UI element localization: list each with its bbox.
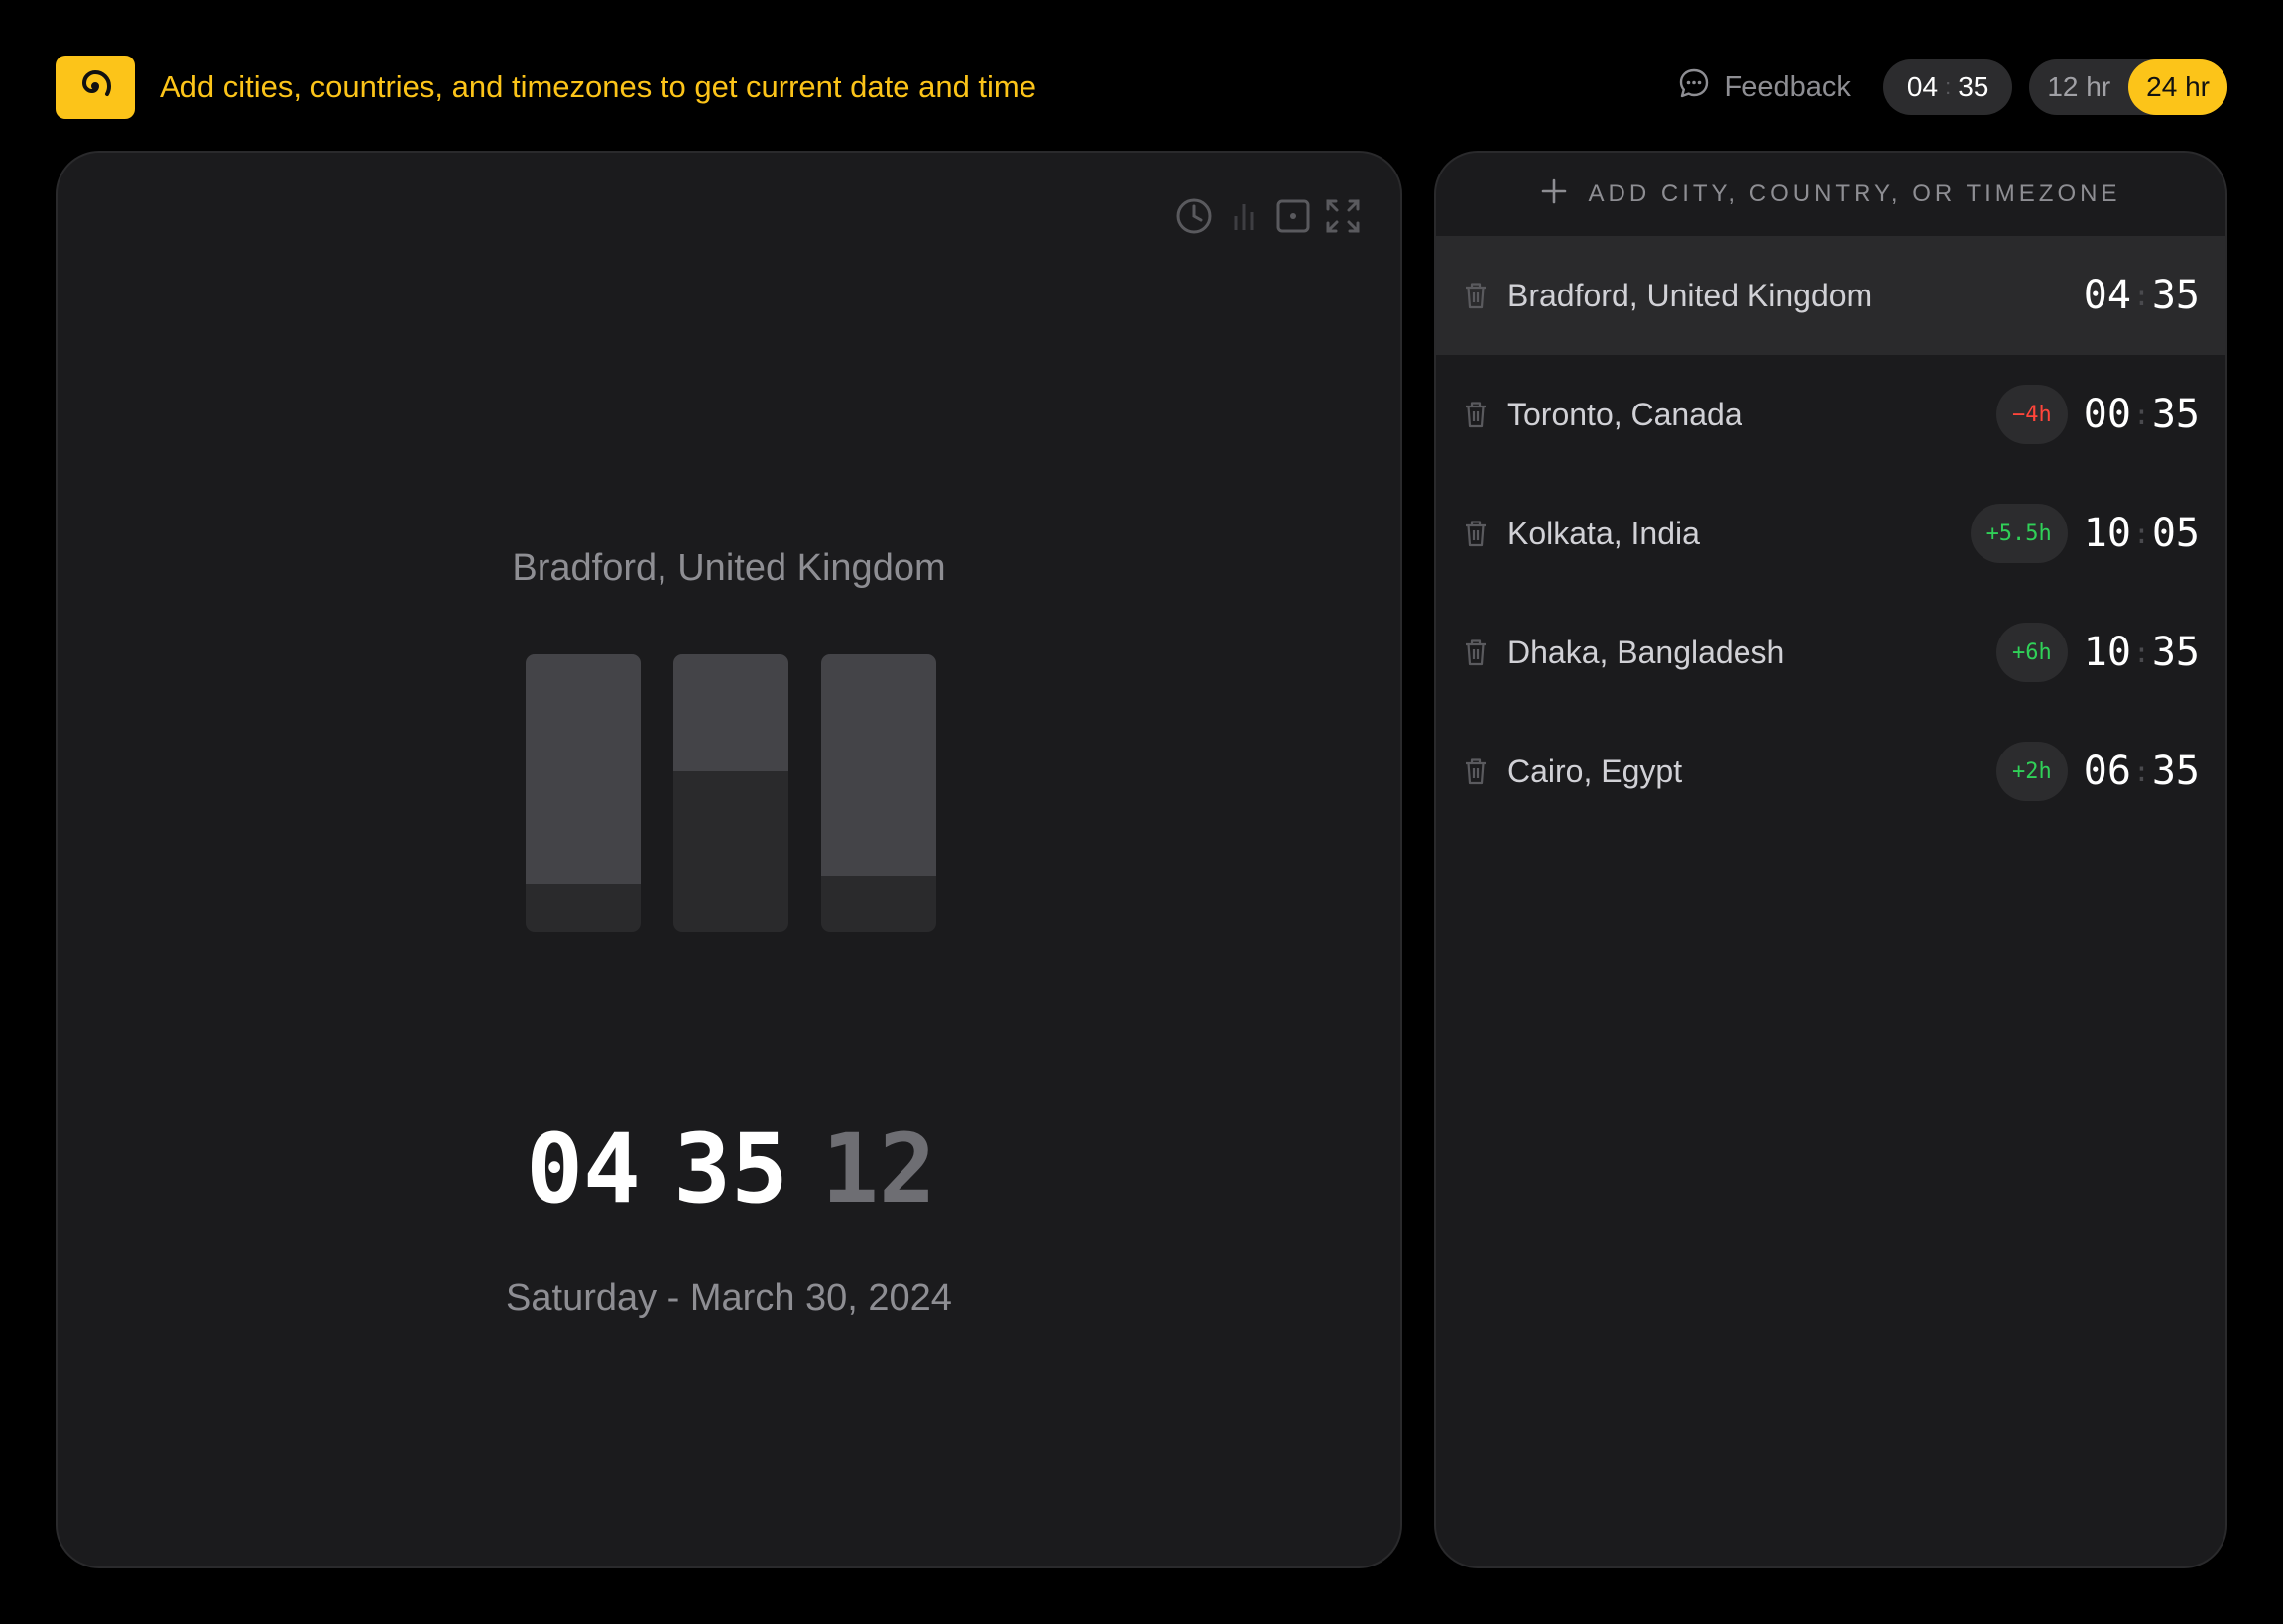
city-row[interactable]: Kolkata, India +5.5h 10:05 bbox=[1436, 474, 2225, 593]
tagline: Add cities, countries, and timezones to … bbox=[160, 69, 1036, 104]
city-time: 04:35 bbox=[2084, 273, 2200, 318]
city-name: Toronto, Canada bbox=[1507, 396, 1742, 432]
city-row[interactable]: Bradford, United Kingdom 04:35 bbox=[1436, 236, 2225, 355]
feedback-label: Feedback bbox=[1724, 70, 1851, 103]
city-minutes: 05 bbox=[2151, 511, 2200, 556]
city-hours: 00 bbox=[2083, 392, 2131, 437]
city-name: Bradford, United Kingdom bbox=[1507, 277, 1873, 313]
time-separator: : bbox=[1945, 74, 1952, 99]
selected-city-name: Bradford, United Kingdom bbox=[512, 547, 946, 589]
spiral-logo-icon[interactable] bbox=[56, 56, 135, 119]
plus-icon bbox=[1541, 178, 1567, 211]
time-separator: : bbox=[2132, 398, 2150, 431]
city-minutes: 35 bbox=[2151, 749, 2200, 794]
main-hours: 04 bbox=[526, 1113, 641, 1224]
main-clock-panel: Bradford, United Kingdom 04 35 12 Saturd… bbox=[56, 151, 1402, 1568]
city-time: 10:35 bbox=[2084, 630, 2200, 675]
city-time: 10:05 bbox=[2084, 511, 2200, 556]
dice-icon[interactable] bbox=[1273, 196, 1313, 236]
time-progress-bars bbox=[526, 654, 936, 932]
header-clock-minutes: 35 bbox=[1958, 71, 1989, 102]
city-hours: 10 bbox=[2083, 511, 2131, 556]
trash-icon[interactable] bbox=[1462, 636, 1490, 669]
top-bar: Add cities, countries, and timezones to … bbox=[56, 56, 2227, 119]
trash-icon[interactable] bbox=[1462, 279, 1490, 312]
format-12hr-button[interactable]: 12 hr bbox=[2029, 59, 2128, 115]
trash-icon[interactable] bbox=[1462, 754, 1490, 788]
main-date: Saturday - March 30, 2024 bbox=[506, 1277, 952, 1319]
main-seconds: 12 bbox=[821, 1113, 936, 1224]
timezone-offset-badge: −4h bbox=[1996, 385, 2068, 444]
minutes-progress-fill bbox=[673, 654, 788, 771]
city-row[interactable]: Dhaka, Bangladesh +6h 10:35 bbox=[1436, 593, 2225, 712]
city-name: Kolkata, India bbox=[1507, 515, 1700, 551]
time-separator: : bbox=[2132, 517, 2150, 550]
city-name: Cairo, Egypt bbox=[1507, 753, 1683, 789]
chat-bubble-icon bbox=[1677, 66, 1711, 108]
hours-progress-fill bbox=[526, 654, 641, 884]
seconds-progress-fill bbox=[821, 654, 936, 876]
main-time-digits: 04 35 12 bbox=[526, 1114, 936, 1223]
format-24hr-button[interactable]: 24 hr bbox=[2128, 59, 2227, 115]
timezone-offset-badge: +2h bbox=[1996, 742, 2068, 801]
timezone-offset-badge: +6h bbox=[1996, 623, 2068, 682]
trash-icon[interactable] bbox=[1462, 398, 1490, 431]
time-separator: : bbox=[2132, 754, 2150, 788]
seconds-progress-bar bbox=[821, 654, 936, 932]
city-time: 06:35 bbox=[2084, 749, 2200, 794]
city-time: 00:35 bbox=[2084, 392, 2200, 437]
time-separator: : bbox=[2132, 636, 2150, 669]
city-hours: 04 bbox=[2083, 273, 2131, 318]
minutes-progress-bar bbox=[673, 654, 788, 932]
city-name: Dhaka, Bangladesh bbox=[1507, 634, 1785, 670]
trash-icon[interactable] bbox=[1462, 517, 1490, 550]
header-clock: 04 : 35 bbox=[1882, 59, 2013, 115]
main-minutes: 35 bbox=[673, 1113, 788, 1224]
city-list: Bradford, United Kingdom 04:35 Toronto, Ca… bbox=[1436, 236, 2225, 831]
time-separator: : bbox=[2132, 279, 2150, 312]
city-hours: 10 bbox=[2083, 630, 2131, 675]
city-minutes: 35 bbox=[2151, 630, 2200, 675]
add-city-label: ADD CITY, COUNTRY, OR TIMEZONE bbox=[1588, 180, 2121, 207]
feedback-button[interactable]: Feedback bbox=[1677, 66, 1851, 108]
time-format-toggle: 12 hr 24 hr bbox=[2029, 59, 2227, 115]
city-minutes: 35 bbox=[2151, 273, 2200, 318]
bar-chart-icon[interactable] bbox=[1224, 196, 1263, 236]
view-toolbar bbox=[1174, 196, 1363, 236]
clock-icon[interactable] bbox=[1174, 196, 1214, 236]
add-city-button[interactable]: ADD CITY, COUNTRY, OR TIMEZONE bbox=[1436, 153, 2225, 236]
header-clock-hours: 04 bbox=[1906, 71, 1939, 102]
hours-progress-bar bbox=[526, 654, 641, 932]
city-list-panel: ADD CITY, COUNTRY, OR TIMEZONE Bradford,… bbox=[1434, 151, 2227, 1568]
timezone-offset-badge: +5.5h bbox=[1970, 504, 2068, 563]
city-row[interactable]: Cairo, Egypt +2h 06:35 bbox=[1436, 712, 2225, 831]
city-row[interactable]: Toronto, Canada −4h 00:35 bbox=[1436, 355, 2225, 474]
city-hours: 06 bbox=[2083, 749, 2131, 794]
city-minutes: 35 bbox=[2151, 392, 2200, 437]
fullscreen-icon[interactable] bbox=[1323, 196, 1363, 236]
